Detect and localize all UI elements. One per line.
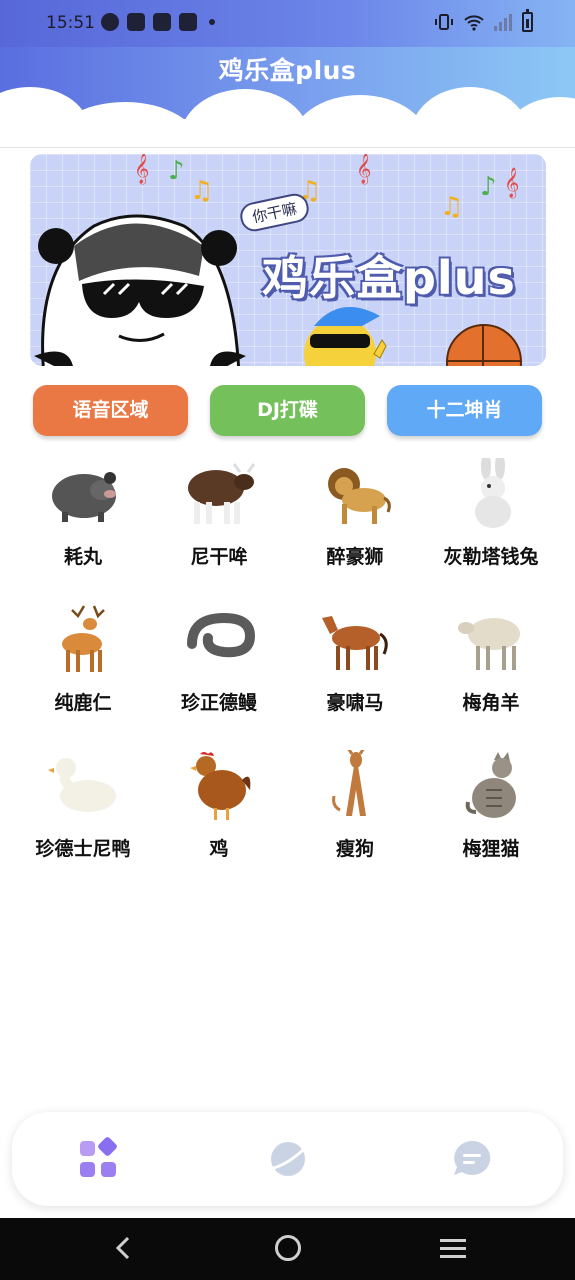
duck-image (48, 758, 116, 812)
animal-label: 耗丸 (63, 546, 102, 568)
sheep-image (458, 618, 520, 670)
animal-label: 醉豪狮 (326, 546, 384, 568)
animal-label: 珍德士尼鸭 (35, 838, 131, 860)
bottom-nav (12, 1112, 563, 1206)
notification-app-icon (127, 13, 145, 31)
voice-area-button[interactable]: 语音区域 (33, 385, 188, 436)
animal-label: 纯鹿仁 (54, 692, 112, 714)
notification-app-icon (101, 13, 119, 31)
dj-button[interactable]: DJ打碟 (210, 385, 365, 436)
animal-item-cow[interactable]: 尼干哞 (151, 458, 287, 598)
mail-icon (153, 13, 171, 31)
music-note-icon: 𝄞 (356, 154, 372, 184)
lion-image (328, 468, 391, 524)
animal-item-sheep[interactable]: 梅角羊 (423, 604, 559, 744)
animal-item-horse[interactable]: 豪啸马 (287, 604, 423, 744)
animal-label: 尼干哞 (190, 546, 248, 568)
apps-grid-icon[interactable] (74, 1135, 122, 1183)
page-title: 鸡乐盒plus (218, 56, 357, 85)
animal-item-eel[interactable]: 珍正德鳗 (151, 604, 287, 744)
music-note-icon: ♫ (440, 192, 464, 222)
system-nav-bar (0, 1218, 575, 1280)
animal-label: 梅狸猫 (462, 838, 520, 860)
banner[interactable]: 𝄞 ♪ ♫ ♫ 𝄞 ♫ ♪ 𝄞 你干嘛 鸡乐盒plus (30, 154, 546, 366)
music-note-icon: 𝄞 (134, 154, 150, 184)
recent-apps-icon[interactable] (440, 1239, 466, 1259)
animal-label: 豪啸马 (326, 692, 384, 714)
signal-icon (494, 13, 512, 31)
planet-icon[interactable] (264, 1135, 312, 1183)
status-time: 15:51 (46, 13, 95, 33)
basketball-image (446, 324, 522, 366)
animal-item-pig[interactable]: 耗丸 (15, 458, 151, 598)
dog-image (332, 750, 366, 816)
animal-item-deer[interactable]: 纯鹿仁 (15, 604, 151, 744)
music-note-icon: ♪ (168, 156, 185, 186)
vibrate-icon (435, 14, 453, 30)
animal-label: 瘦狗 (335, 838, 374, 860)
animal-label: 灰勒塔钱兔 (443, 546, 539, 568)
cow-image (188, 463, 256, 524)
animal-item-chicken[interactable]: 鸡 (151, 750, 287, 890)
app-header: 鸡乐盒plus (0, 47, 575, 148)
animal-item-lion[interactable]: 醉豪狮 (287, 458, 423, 598)
pig-image (52, 472, 116, 522)
music-note-icon: 𝄞 (504, 168, 520, 198)
banner-speech-bubble: 你干嘛 (237, 191, 312, 234)
more-notifications-dot (209, 19, 215, 25)
battery-icon (522, 9, 533, 32)
back-icon[interactable] (112, 1236, 136, 1260)
status-bar: 15:51 (0, 0, 575, 47)
animal-label: 梅角羊 (462, 692, 520, 714)
animal-label: 鸡 (209, 838, 229, 860)
system-icons (434, 9, 533, 32)
animal-item-cat[interactable]: 梅狸猫 (423, 750, 559, 890)
music-note-icon: ♪ (480, 172, 497, 202)
deer-image (62, 605, 105, 672)
cool-chick-image (304, 307, 387, 366)
notification-icons (101, 13, 215, 31)
animal-item-duck[interactable]: 珍德士尼鸭 (15, 750, 151, 890)
rabbit-image (475, 458, 511, 528)
panda-meme-image (34, 214, 246, 366)
home-icon[interactable] (275, 1235, 301, 1261)
eel-image (187, 612, 256, 658)
zodiac-button[interactable]: 十二坤肖 (387, 385, 542, 436)
animal-label: 珍正德鳗 (180, 692, 257, 714)
chicken-image (190, 752, 251, 820)
animal-item-rabbit[interactable]: 灰勒塔钱兔 (423, 458, 559, 598)
wifi-icon (464, 15, 484, 31)
cat-image (465, 752, 516, 818)
chat-bubble-icon[interactable] (448, 1135, 496, 1183)
music-note-icon: ♫ (190, 176, 214, 206)
mail-icon (179, 13, 197, 31)
animal-item-dog[interactable]: 瘦狗 (287, 750, 423, 890)
horse-image (322, 616, 388, 670)
